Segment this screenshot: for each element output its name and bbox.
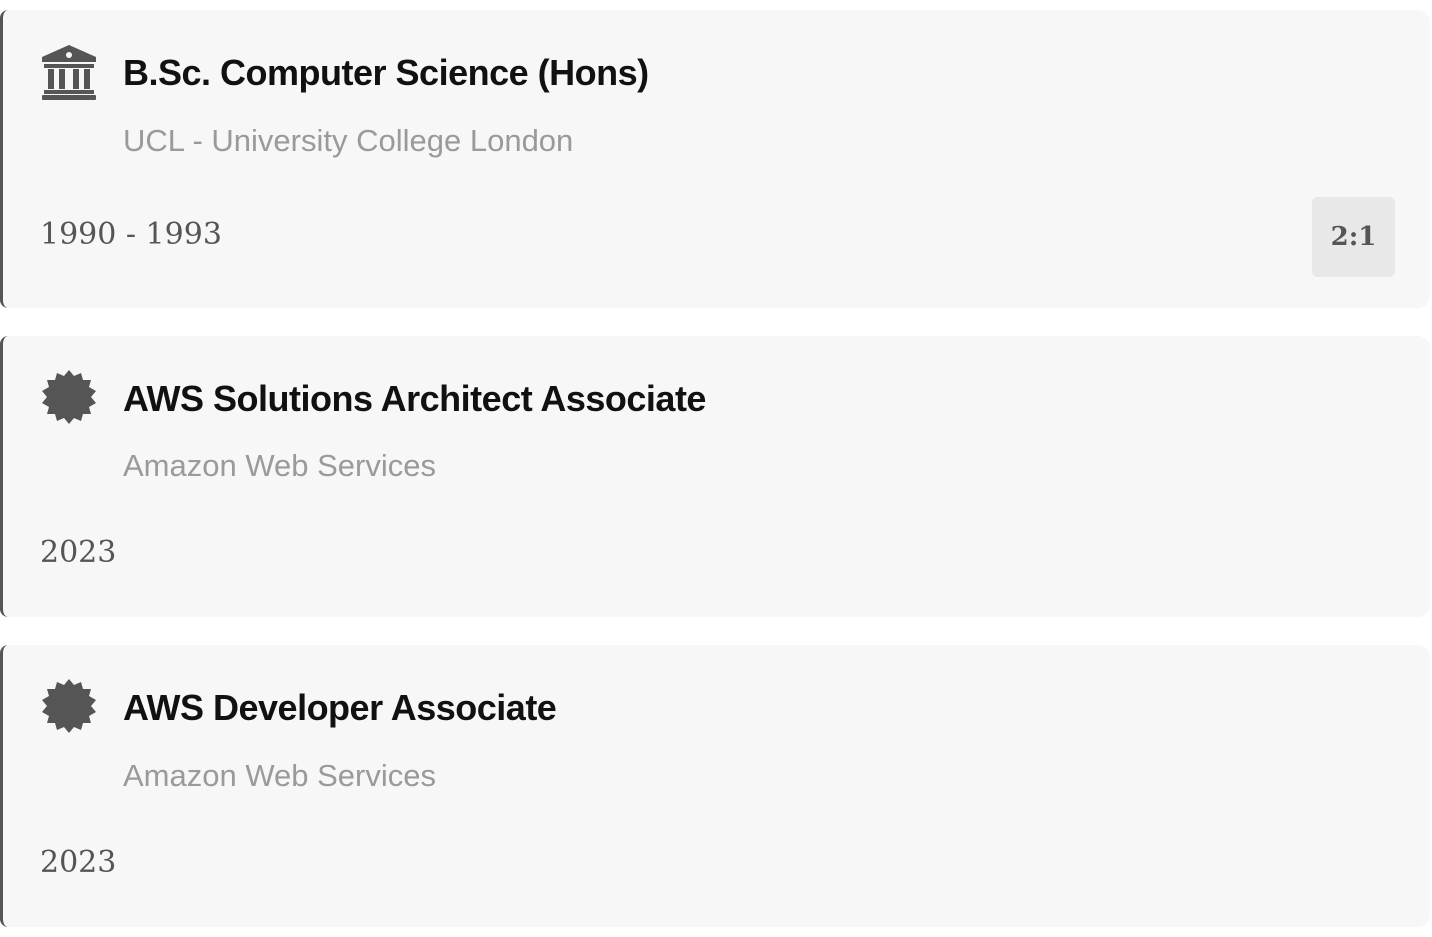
education-card: B.Sc. Computer Science (Hons) UCL - Univ… — [0, 10, 1430, 308]
certification-card: AWS Developer Associate Amazon Web Servi… — [0, 645, 1430, 927]
grade-badge: 2:1 — [1312, 197, 1395, 277]
entry-dates: 1990 - 1993 — [40, 217, 222, 252]
entry-organization: Amazon Web Services — [123, 758, 436, 793]
entry-title: AWS Solutions Architect Associate — [123, 378, 706, 419]
entry-dates: 2023 — [40, 845, 117, 880]
certificate-badge-icon — [40, 677, 98, 735]
entry-dates: 2023 — [40, 535, 117, 570]
entry-organization: UCL - University College London — [123, 123, 574, 158]
certificate-badge-icon — [40, 368, 98, 426]
entry-title: B.Sc. Computer Science (Hons) — [123, 52, 649, 93]
entry-title: AWS Developer Associate — [123, 687, 557, 728]
entry-organization: Amazon Web Services — [123, 448, 436, 483]
university-icon — [40, 43, 98, 101]
certification-card: AWS Solutions Architect Associate Amazon… — [0, 336, 1430, 617]
